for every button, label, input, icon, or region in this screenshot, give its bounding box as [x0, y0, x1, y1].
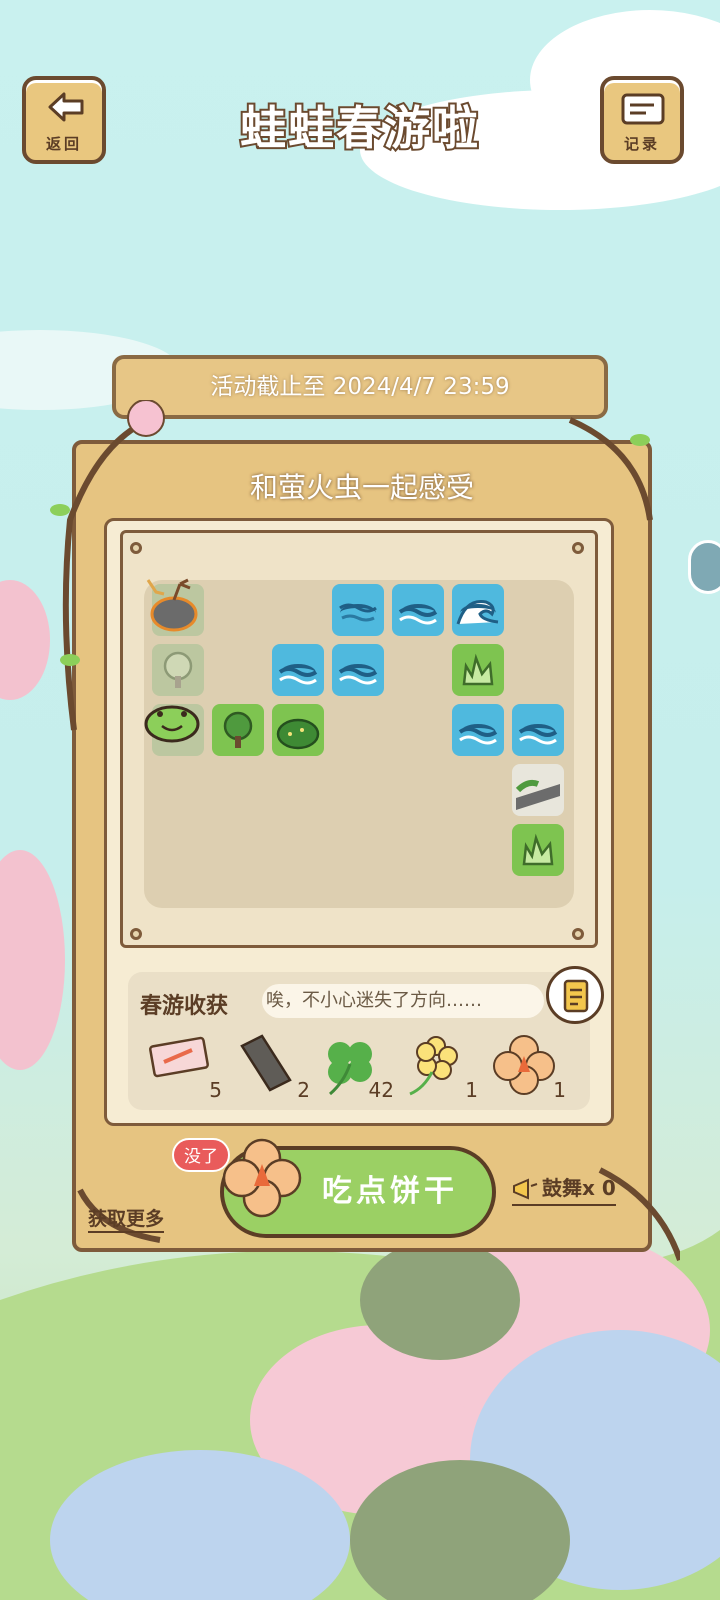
map-tile-water [452, 704, 504, 756]
harvest-label: 春游收获 [140, 994, 229, 1019]
road-icon [515, 779, 560, 810]
water-shallow-icon [339, 603, 377, 622]
side-drawer-tab[interactable] [688, 540, 720, 594]
ticker-text: 唉，不小心迷失了方向…… [266, 990, 482, 1011]
bush-icon [276, 718, 320, 750]
tree-icon [223, 711, 253, 748]
map-tile-wave [452, 584, 504, 636]
screw-icon [130, 542, 142, 554]
screw-icon [572, 928, 584, 940]
harvest-ticker: 唉，不小心迷失了方向…… [262, 984, 544, 1018]
map-tile-water [392, 584, 444, 636]
deadline-text: 活动截止至 2024/4/7 23:59 [210, 374, 510, 400]
item-count: 1 [553, 1078, 566, 1102]
screw-icon [572, 542, 584, 554]
game-screen: 返回 蛙蛙春游啦 记录 活动截止至 2024/4/7 23:59 和萤火虫一起感… [0, 0, 720, 1600]
firefly-rock-icon [146, 578, 198, 632]
map-tile-road [512, 764, 564, 816]
wood-icon [240, 1034, 292, 1092]
map-tile-bush [272, 704, 324, 756]
map-tile-tree [212, 704, 264, 756]
calendar-icon [621, 93, 665, 125]
water-icon [278, 667, 318, 685]
water-icon [518, 727, 558, 745]
item-count: 1 [465, 1078, 478, 1102]
cheer-counter[interactable]: 鼓舞x 0 [512, 1172, 616, 1206]
water-icon [398, 607, 438, 625]
harvest-item-cookie: 1 [490, 1032, 570, 1102]
grass-icon [522, 833, 554, 866]
record-label: 记录 [623, 135, 660, 153]
harvest-log-button[interactable] [546, 966, 604, 1024]
cookie-icon [493, 1035, 555, 1095]
cheer-count: x 0 [582, 1176, 616, 1200]
frog-icon [144, 705, 200, 743]
screw-icon [130, 928, 142, 940]
record-button[interactable]: 记录 [600, 76, 684, 164]
flower-icon [409, 1036, 458, 1096]
map-tile-water [332, 644, 384, 696]
out-of-stock-badge: 没了 [172, 1138, 230, 1172]
item-count: 42 [368, 1078, 394, 1102]
map-tile-grass [452, 644, 504, 696]
receipt-icon [563, 979, 589, 1013]
cheer-label: 鼓舞 [542, 1176, 582, 1200]
megaphone-icon [513, 1178, 538, 1200]
water-icon [458, 727, 498, 745]
item-count: 2 [297, 1078, 310, 1102]
eat-cookie-label: 吃点饼干 [322, 1174, 458, 1209]
tree-faded-icon [163, 651, 193, 688]
stage-title: 和萤火虫一起感受 [249, 471, 474, 504]
harvest-item-ticket: 5 [146, 1032, 226, 1102]
map-tile-water-shallow [332, 584, 384, 636]
map-tile-frog [144, 704, 204, 756]
item-count: 5 [209, 1078, 222, 1102]
harvest-item-flower: 1 [402, 1032, 482, 1102]
map-tile-water [512, 704, 564, 756]
wave-icon [456, 599, 499, 625]
map-tile-water [272, 644, 324, 696]
water-icon [338, 667, 378, 685]
grass-icon [462, 653, 494, 686]
map-tile-firefly-rock [146, 578, 204, 636]
ticket-icon [149, 1036, 209, 1078]
map-tile-tree-faded [152, 644, 204, 696]
harvest-item-wood: 2 [234, 1032, 314, 1102]
get-more-link[interactable]: 获取更多 [88, 1204, 165, 1233]
map-tile-grass [512, 824, 564, 876]
harvest-item-clover: 42 [318, 1032, 398, 1102]
